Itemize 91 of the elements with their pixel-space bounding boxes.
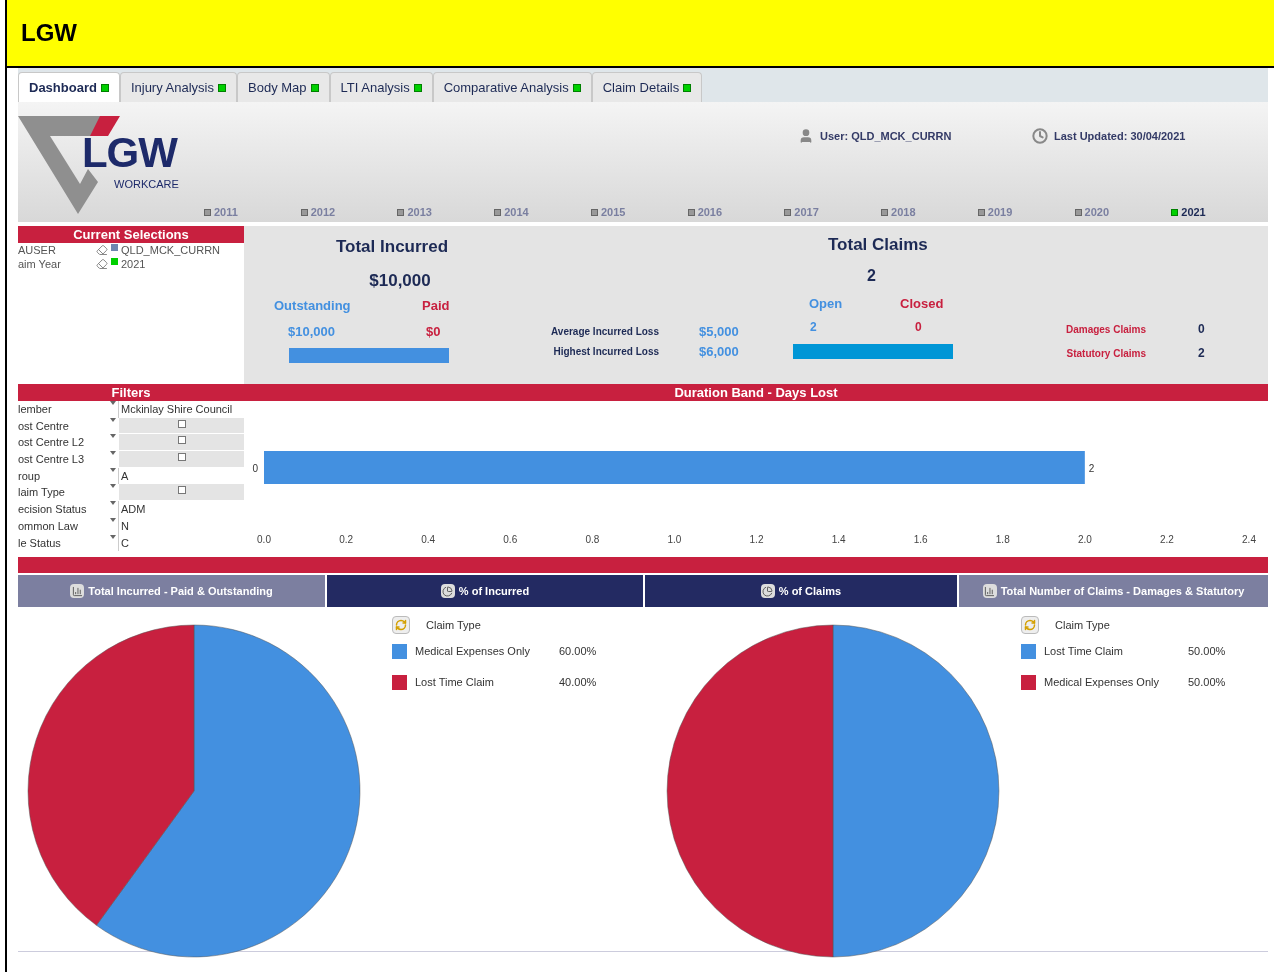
filter-value[interactable]: ADM bbox=[118, 501, 244, 518]
filter-label: ecision Status bbox=[18, 502, 88, 518]
filter-checkbox[interactable] bbox=[177, 419, 186, 428]
tick-label: 0.8 bbox=[585, 534, 600, 545]
open-value: 2 bbox=[810, 319, 817, 336]
bar-chart-icon bbox=[982, 584, 997, 598]
eraser-icon[interactable] bbox=[96, 244, 108, 256]
tick-label: 2.0 bbox=[1077, 534, 1092, 545]
legend-label: Lost Time Claim bbox=[1044, 644, 1124, 660]
tab[interactable]: Comparative Analysis bbox=[432, 72, 592, 102]
pie-chart-icon bbox=[440, 584, 455, 598]
claim-type-label: Damages Claims bbox=[1064, 322, 1146, 337]
tick-label: 1.4 bbox=[831, 534, 846, 545]
filter-label: ost Centre L2 bbox=[18, 435, 86, 451]
outstanding-label: Outstanding bbox=[274, 297, 351, 315]
chart-tab[interactable]: % of Claims bbox=[645, 575, 957, 607]
tick-label: 0.0 bbox=[257, 534, 271, 545]
chart-tab[interactable]: % of Incurred bbox=[327, 575, 643, 607]
tick-label: 0.6 bbox=[503, 534, 518, 545]
filter-label: ost Centre L3 bbox=[18, 452, 86, 468]
loss-value: $5,000 bbox=[698, 323, 739, 341]
last-updated: Last Updated: 30/04/2021 bbox=[1054, 129, 1186, 144]
claim-type-value: 2 bbox=[1198, 345, 1205, 362]
loss-label: Average Incurred Loss bbox=[550, 325, 659, 340]
paid-label: Paid bbox=[422, 297, 450, 315]
filter-label: laim Type bbox=[18, 485, 66, 501]
tab[interactable]: Body Map bbox=[237, 72, 330, 102]
chart-tab[interactable]: Total Incurred - Paid & Outstanding bbox=[18, 575, 325, 607]
outstanding-value: $10,000 bbox=[288, 323, 335, 341]
year-button[interactable]: 2021 bbox=[1171, 204, 1268, 220]
kpi-title: Total Incurred bbox=[334, 236, 449, 258]
clock-icon bbox=[1032, 128, 1048, 145]
pie-chart-icon bbox=[760, 584, 775, 598]
paid-value: $0 bbox=[426, 323, 441, 341]
loss-label: Highest Incurred Loss bbox=[552, 345, 659, 360]
data-label: 2 bbox=[1088, 463, 1095, 474]
tab[interactable]: Claim Details bbox=[591, 72, 703, 102]
tick-label: 2.2 bbox=[1159, 534, 1174, 545]
tick-label: 0.4 bbox=[421, 534, 436, 545]
selection-value: 2021 bbox=[121, 256, 146, 272]
legend-value: 50.00% bbox=[1188, 644, 1226, 660]
open-label: Open bbox=[809, 295, 843, 313]
tick-label: 1.6 bbox=[913, 534, 928, 545]
eraser-icon[interactable] bbox=[96, 258, 108, 270]
kpi-title: Total Claims bbox=[828, 234, 928, 256]
filter-checkbox[interactable] bbox=[177, 436, 186, 445]
page-title: LGW bbox=[21, 18, 77, 48]
selection-value: QLD_MCK_CURRN bbox=[121, 242, 221, 258]
panel-header: Duration Band - Days Lost bbox=[244, 384, 1268, 401]
filter-value[interactable]: C bbox=[118, 534, 244, 552]
tab[interactable]: Injury Analysis bbox=[119, 72, 237, 102]
bar-chart-icon bbox=[70, 584, 85, 598]
tick-label: 1.2 bbox=[749, 534, 764, 545]
chart-tab[interactable]: Total Number of Claims - Damages & Statutory bbox=[959, 575, 1268, 607]
filter-value[interactable]: N bbox=[118, 517, 244, 535]
category-label: 0 bbox=[252, 463, 258, 474]
filter-label: ost Centre bbox=[18, 418, 70, 434]
logo-subtitle: WORKCARE bbox=[114, 177, 179, 192]
filter-label: lember bbox=[18, 402, 53, 417]
filter-label: le Status bbox=[18, 535, 62, 551]
filter-value[interactable]: Mckinlay Shire Council bbox=[118, 401, 244, 418]
panel-header: Current Selections bbox=[18, 226, 244, 243]
filter-label: roup bbox=[18, 468, 42, 484]
user-icon bbox=[798, 128, 814, 145]
tab[interactable]: LTI Analysis bbox=[329, 72, 433, 102]
filter-checkbox[interactable] bbox=[177, 486, 186, 495]
tick-label: 1.0 bbox=[667, 534, 682, 545]
panel-header: Filters bbox=[18, 384, 244, 401]
claim-type-value: 0 bbox=[1198, 321, 1205, 338]
closed-label: Closed bbox=[900, 295, 944, 313]
legend-title: Claim Type bbox=[1055, 617, 1110, 633]
legend-label: Lost Time Claim bbox=[415, 675, 495, 691]
tick-label: 2.4 bbox=[1242, 534, 1256, 545]
filter-label: ommon Law bbox=[18, 518, 79, 534]
legend-value: 40.00% bbox=[559, 675, 597, 691]
tick-label: 0.2 bbox=[339, 534, 354, 545]
legend-value: 60.00% bbox=[559, 644, 597, 660]
legend-label: Medical Expenses Only bbox=[415, 644, 531, 660]
claim-type-label: Statutory Claims bbox=[1065, 346, 1146, 361]
tab[interactable]: Dashboard bbox=[18, 72, 120, 102]
legend-label: Medical Expenses Only bbox=[1044, 675, 1160, 691]
legend-value: 50.00% bbox=[1188, 675, 1226, 691]
filter-checkbox[interactable] bbox=[177, 453, 186, 462]
legend-title: Claim Type bbox=[426, 617, 481, 633]
loss-value: $6,000 bbox=[698, 343, 739, 361]
tick-label: 1.8 bbox=[995, 534, 1010, 545]
kpi-value: 2 bbox=[867, 266, 876, 286]
closed-value: 0 bbox=[915, 319, 922, 336]
kpi-value: $10,000 bbox=[368, 269, 431, 292]
logo-text: LGW bbox=[82, 132, 177, 174]
user-label: User: QLD_MCK_CURRN bbox=[820, 129, 952, 144]
